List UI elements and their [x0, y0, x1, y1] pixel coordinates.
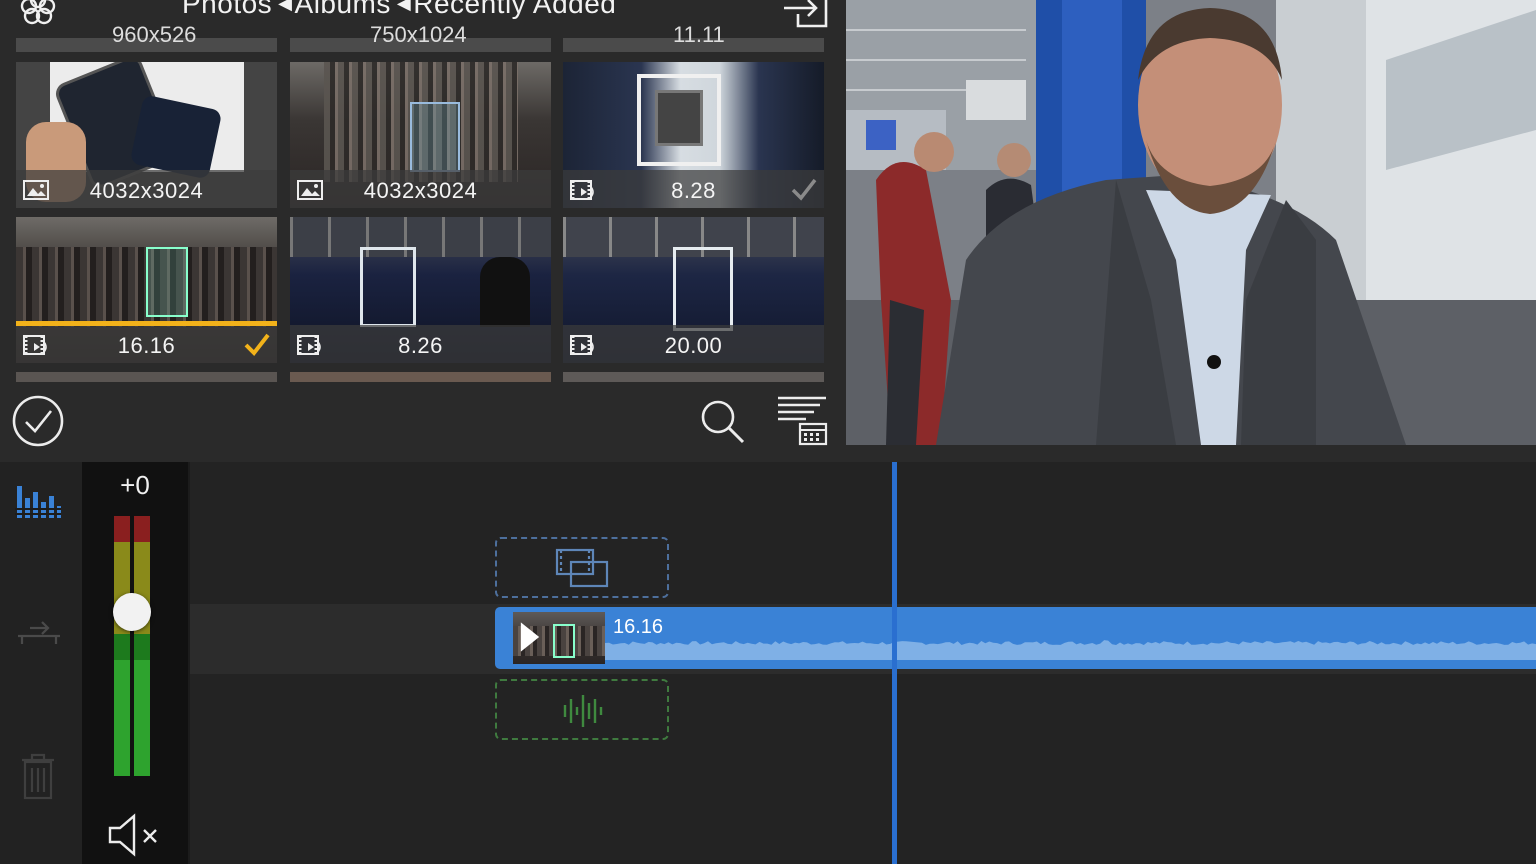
thumbnail-caption: 8.26 — [398, 333, 443, 358]
media-thumbnail-selected[interactable]: 16.16 — [16, 217, 277, 363]
thumbnail-caption: 8.28 — [671, 178, 716, 203]
film-stack-icon — [555, 548, 609, 588]
media-thumbnail[interactable]: 4032x3024 — [290, 62, 551, 208]
thumbnail-caption: 4032x3024 — [363, 178, 478, 203]
media-thumbnail[interactable]: 8.26 — [290, 217, 551, 363]
volume-slider-knob[interactable] — [113, 593, 151, 631]
search-icon[interactable] — [697, 396, 747, 446]
partial-thumbnail[interactable] — [290, 372, 551, 382]
video-clip[interactable]: 16.16 — [495, 607, 1536, 669]
video-overlay-drop-zone[interactable] — [495, 537, 669, 598]
timeline-tools-rail — [0, 462, 82, 864]
preview-frame — [846, 0, 1536, 445]
trash-icon[interactable] — [18, 752, 58, 802]
breadcrumb: Photos ◀Albums ◀Recently Added — [182, 0, 616, 20]
partial-thumbnail[interactable]: 750x1024 — [290, 22, 551, 52]
flower-logo-icon[interactable] — [12, 0, 64, 26]
track-split-icon[interactable] — [14, 618, 64, 648]
video-preview[interactable] — [846, 0, 1536, 445]
breadcrumb-separator: ◀ — [396, 0, 412, 13]
export-icon[interactable] — [776, 0, 832, 30]
media-thumbnail[interactable]: 20.00 — [563, 217, 824, 363]
partial-thumbnail[interactable] — [563, 372, 824, 382]
audio-mixer-panel: +0 — [82, 462, 188, 864]
audio-waveform-icon — [563, 695, 603, 727]
media-browser: 960x526 750x1024 11.11 Photos ◀Albums ◀Rec… — [0, 0, 846, 462]
playhead[interactable] — [892, 462, 897, 864]
selected-checkmark-icon — [244, 333, 270, 357]
level-meter-right — [134, 516, 150, 776]
breadcrumb-albums[interactable]: Albums — [295, 0, 391, 19]
clip-audio-waveform — [605, 640, 1536, 660]
media-thumbnail[interactable]: 8.28 — [563, 62, 824, 208]
play-icon[interactable] — [519, 620, 541, 654]
speaker-mute-icon[interactable] — [106, 810, 162, 860]
breadcrumb-recently-added[interactable]: Recently Added — [413, 0, 616, 19]
browser-toolbar — [0, 386, 846, 462]
level-meter-left — [114, 516, 130, 776]
audio-levels-icon[interactable] — [15, 482, 61, 518]
breadcrumb-photos[interactable]: Photos — [182, 0, 272, 19]
preview-divider — [846, 445, 1536, 462]
sort-by-date-icon[interactable] — [776, 394, 828, 446]
breadcrumb-separator: ◀ — [278, 0, 293, 13]
thumbnail-caption: 20.00 — [664, 333, 723, 358]
media-thumbnail[interactable]: 4032x3024 — [16, 62, 277, 208]
thumbnail-caption: 16.16 — [117, 333, 176, 358]
partial-thumbnail[interactable]: 960x526 — [16, 22, 277, 52]
audio-drop-zone[interactable] — [495, 679, 669, 740]
gain-readout: +0 — [120, 470, 150, 500]
partial-thumbnail[interactable] — [16, 372, 277, 382]
browser-header: Photos ◀Albums ◀Recently Added — [0, 0, 846, 30]
thumbnail-caption: 4032x3024 — [89, 178, 204, 203]
partial-thumbnail[interactable]: 11.11 — [563, 22, 824, 52]
checkmark-circle-icon[interactable] — [10, 393, 66, 449]
imported-checkmark-icon — [791, 178, 817, 201]
